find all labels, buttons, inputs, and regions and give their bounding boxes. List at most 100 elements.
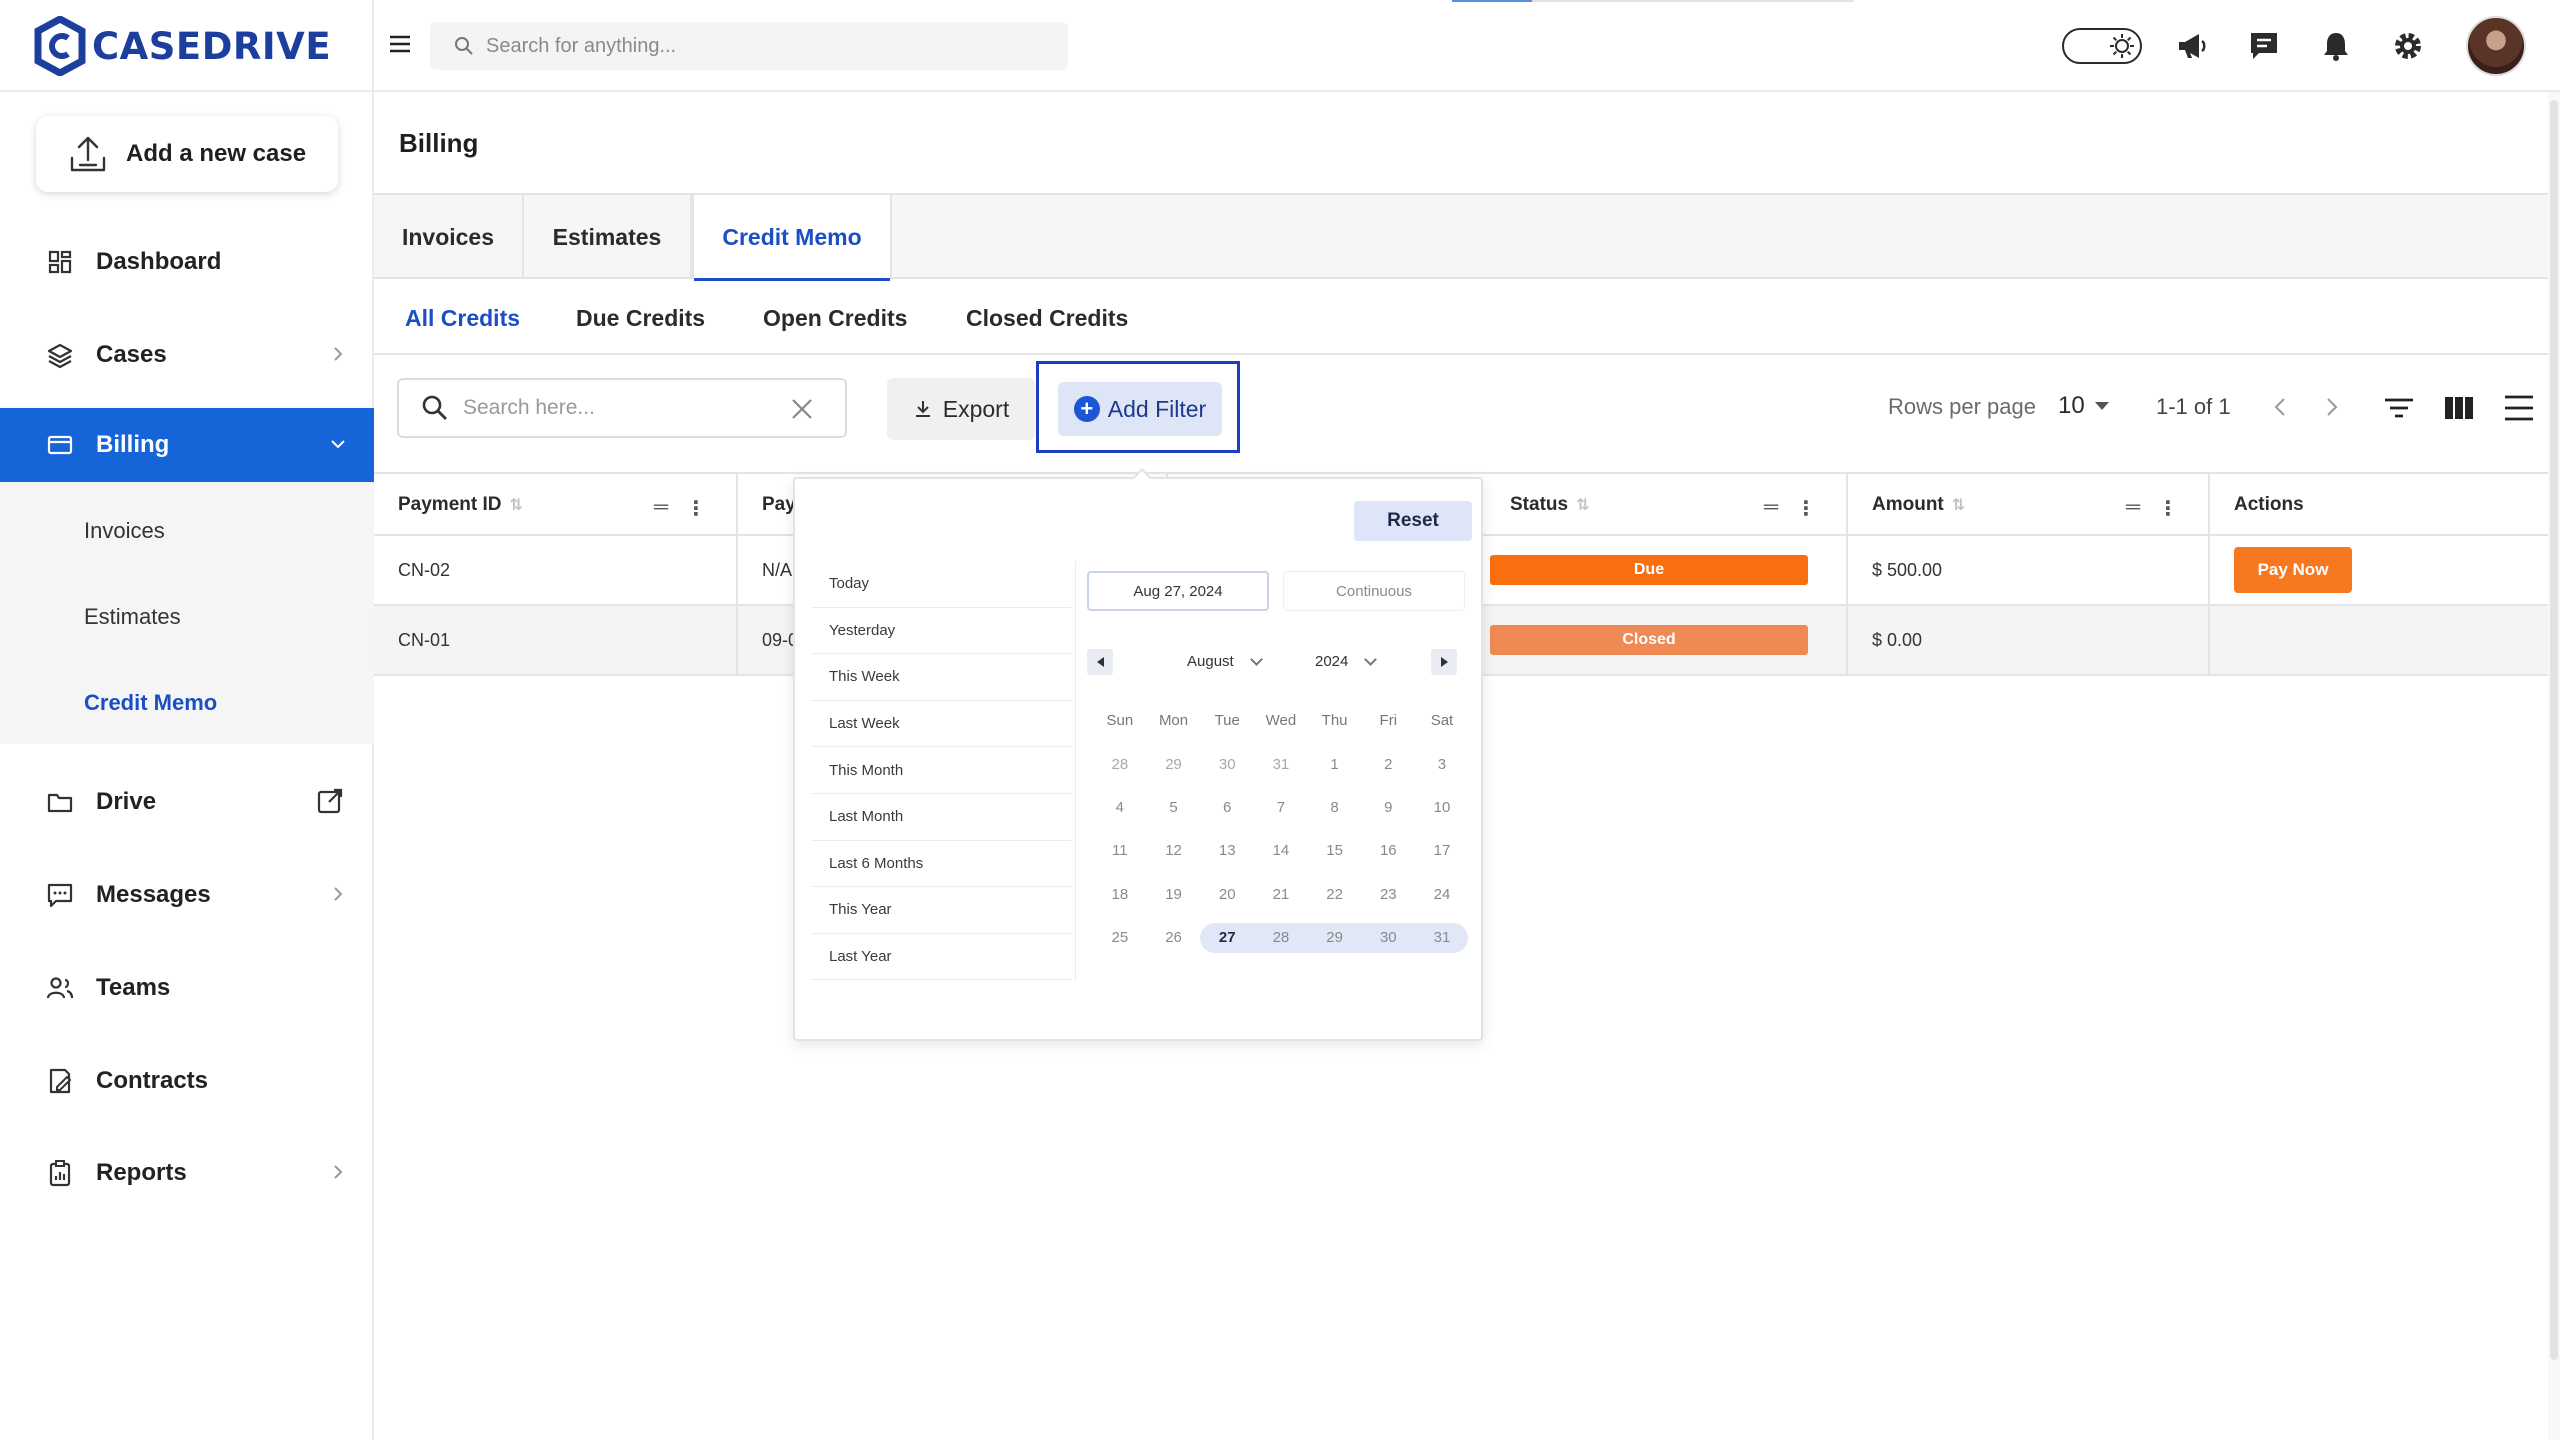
column-header-payment-id[interactable]: Payment ID ⇅ ═ ⋮ (374, 474, 738, 536)
density-icon[interactable] (2502, 392, 2536, 424)
preset-this-month[interactable]: This Month (811, 747, 1071, 794)
column-controls[interactable]: ═ ⋮ (654, 496, 706, 521)
calendar-day[interactable]: 8 (1308, 799, 1362, 816)
preset-last-week[interactable]: Last Week (811, 701, 1071, 748)
sidebar-item-drive[interactable]: Drive (0, 765, 374, 839)
user-avatar[interactable] (2466, 16, 2526, 76)
calendar-day[interactable]: 13 (1200, 842, 1254, 859)
menu-icon[interactable] (386, 30, 414, 58)
sort-icon[interactable]: ⇅ (1576, 495, 1589, 515)
calendar-day[interactable]: 29 (1147, 756, 1201, 773)
calendar-day[interactable]: 11 (1093, 842, 1147, 859)
calendar-day[interactable]: 16 (1361, 842, 1415, 859)
table-search-input[interactable] (463, 396, 763, 420)
calendar-day[interactable]: 1 (1308, 756, 1362, 773)
month-select[interactable]: August (1187, 652, 1263, 670)
column-controls[interactable]: ═ ⋮ (2126, 496, 2178, 521)
next-month-button[interactable] (1431, 649, 1457, 675)
sidebar-item-dashboard[interactable]: Dashboard (0, 225, 374, 299)
calendar-day[interactable]: 25 (1093, 929, 1147, 946)
tab-estimates[interactable]: Estimates (524, 195, 692, 279)
global-search-bar[interactable] (430, 22, 1068, 70)
preset-yesterday[interactable]: Yesterday (811, 608, 1071, 655)
calendar-day[interactable]: 19 (1147, 886, 1201, 903)
calendar-day[interactable]: 6 (1200, 799, 1254, 816)
export-button[interactable]: Export (887, 378, 1035, 440)
submenu-item-invoices[interactable]: Invoices (84, 518, 165, 544)
calendar-day[interactable]: 20 (1200, 886, 1254, 903)
add-filter-button[interactable]: + Add Filter (1058, 382, 1222, 436)
bell-icon[interactable] (2318, 28, 2354, 64)
calendar-day[interactable]: 24 (1415, 886, 1469, 903)
sidebar-item-messages[interactable]: Messages (0, 858, 374, 932)
subtab-closed-credits[interactable]: Closed Credits (966, 305, 1128, 332)
preset-last-year[interactable]: Last Year (811, 934, 1071, 981)
preset-this-week[interactable]: This Week (811, 654, 1071, 701)
sort-icon[interactable]: ⇅ (1952, 495, 1965, 515)
preset-this-year[interactable]: This Year (811, 887, 1071, 934)
preset-today[interactable]: Today (811, 561, 1071, 608)
prev-page-button[interactable] (2268, 394, 2294, 420)
sort-icon[interactable]: ⇅ (509, 495, 522, 515)
year-select[interactable]: 2024 (1315, 652, 1378, 670)
calendar-day[interactable]: 9 (1361, 799, 1415, 816)
megaphone-icon[interactable] (2174, 28, 2210, 64)
subtab-open-credits[interactable]: Open Credits (763, 305, 907, 332)
calendar-day[interactable]: 23 (1361, 886, 1415, 903)
calendar-day[interactable]: 28 (1093, 756, 1147, 773)
preset-last-month[interactable]: Last Month (811, 794, 1071, 841)
sidebar-item-teams[interactable]: Teams (0, 951, 374, 1025)
subtab-due-credits[interactable]: Due Credits (576, 305, 705, 332)
calendar-day[interactable]: 7 (1254, 799, 1308, 816)
calendar-day[interactable]: 12 (1147, 842, 1201, 859)
start-date-field[interactable]: Aug 27, 2024 (1087, 571, 1269, 611)
calendar-day[interactable]: 14 (1254, 842, 1308, 859)
calendar-day[interactable]: 17 (1415, 842, 1469, 859)
calendar-day[interactable]: 3 (1415, 756, 1469, 773)
pay-now-button[interactable]: Pay Now (2234, 547, 2352, 593)
external-link-icon[interactable] (316, 787, 344, 815)
calendar-day[interactable]: 29 (1308, 929, 1362, 946)
sidebar-item-contracts[interactable]: Contracts (0, 1044, 374, 1118)
reset-button[interactable]: Reset (1354, 501, 1472, 541)
column-header-status[interactable]: Status ⇅ ═ ⋮ (1486, 474, 1848, 536)
calendar-day[interactable]: 18 (1093, 886, 1147, 903)
submenu-item-estimates[interactable]: Estimates (84, 604, 181, 630)
sidebar-item-billing[interactable]: Billing (0, 408, 374, 482)
add-new-case-button[interactable]: Add a new case (36, 116, 338, 192)
calendar-day[interactable]: 31 (1415, 929, 1469, 946)
submenu-item-credit-memo[interactable]: Credit Memo (84, 690, 217, 716)
calendar-day[interactable]: 21 (1254, 886, 1308, 903)
calendar-day[interactable]: 15 (1308, 842, 1362, 859)
filter-lines-icon[interactable] (2382, 392, 2416, 424)
brand-logo[interactable]: CASEDRIVE (34, 14, 331, 78)
theme-toggle[interactable] (2062, 28, 2142, 64)
next-page-button[interactable] (2318, 394, 2344, 420)
calendar-day[interactable]: 5 (1147, 799, 1201, 816)
calendar-day[interactable]: 26 (1147, 929, 1201, 946)
column-header-amount[interactable]: Amount ⇅ ═ ⋮ (1848, 474, 2210, 536)
tab-invoices[interactable]: Invoices (374, 195, 524, 279)
calendar-day[interactable]: 22 (1308, 886, 1362, 903)
columns-icon[interactable] (2442, 392, 2476, 424)
calendar-day-selected[interactable]: 27 (1200, 929, 1254, 946)
chat-icon[interactable] (2246, 28, 2282, 64)
calendar-day[interactable]: 2 (1361, 756, 1415, 773)
calendar-day[interactable]: 30 (1200, 756, 1254, 773)
tab-credit-memo[interactable]: Credit Memo (692, 195, 892, 281)
sidebar-item-cases[interactable]: Cases (0, 318, 374, 392)
table-search-box[interactable] (397, 378, 847, 438)
calendar-day[interactable]: 28 (1254, 929, 1308, 946)
global-search-input[interactable] (486, 34, 1046, 58)
column-controls[interactable]: ═ ⋮ (1764, 496, 1816, 521)
preset-last-6-months[interactable]: Last 6 Months (811, 841, 1071, 888)
prev-month-button[interactable] (1087, 649, 1113, 675)
calendar-day[interactable]: 10 (1415, 799, 1469, 816)
end-date-field[interactable]: Continuous (1283, 571, 1465, 611)
sidebar-item-reports[interactable]: Reports (0, 1136, 374, 1210)
gear-icon[interactable] (2390, 28, 2426, 64)
subtab-all-credits[interactable]: All Credits (405, 305, 520, 332)
page-scrollbar[interactable] (2550, 100, 2558, 1360)
calendar-day[interactable]: 30 (1361, 929, 1415, 946)
rows-per-page-select[interactable]: 10 (2058, 392, 2109, 420)
